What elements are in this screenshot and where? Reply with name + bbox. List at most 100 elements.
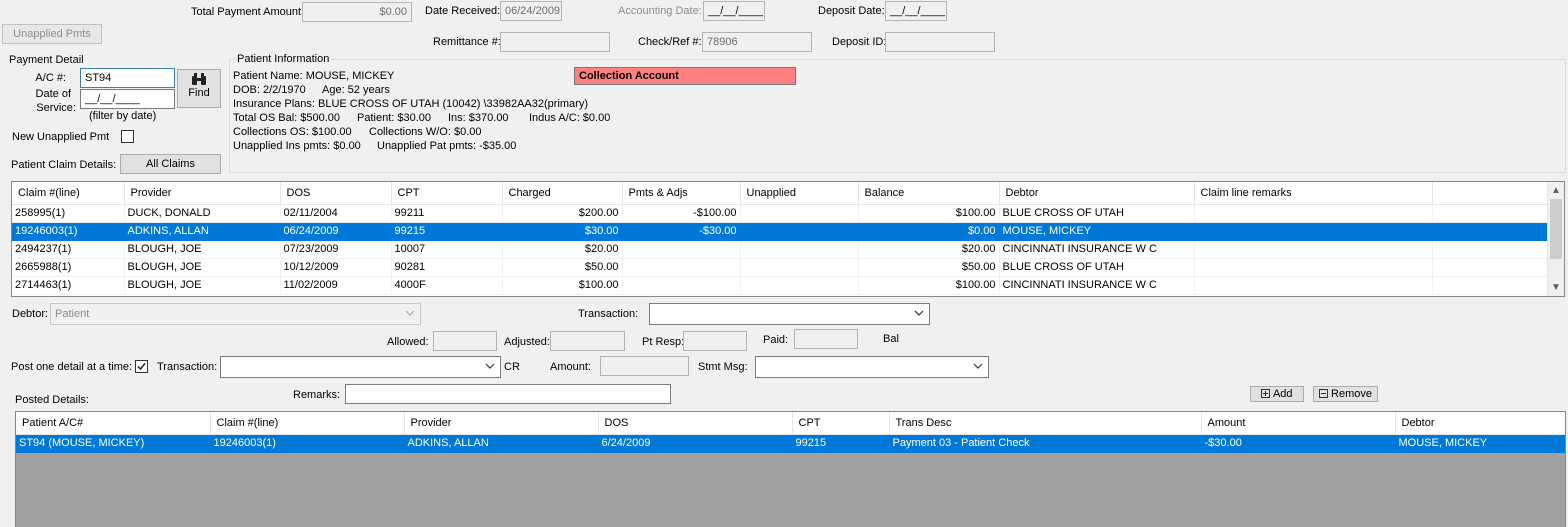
cell-charged: $50.00 xyxy=(502,258,623,277)
column-header-trans-desc[interactable]: Trans Desc xyxy=(889,412,1202,435)
scroll-down-icon[interactable]: ▼ xyxy=(1548,279,1564,296)
cell-provider: BLOUGH, JOE xyxy=(124,276,281,295)
date-received-field[interactable]: 06/24/2009 xyxy=(500,1,562,21)
amount-label: Amount: xyxy=(550,361,591,373)
column-header-amount[interactable]: Amount xyxy=(1201,412,1396,435)
cell-cpt: 99215 xyxy=(792,434,890,453)
claims-grid[interactable]: Claim #(line) Provider DOS CPT Charged Pmts &… xyxy=(11,181,1565,297)
patient-dob: DOB: 2/2/1970 xyxy=(233,84,306,96)
column-header-balance[interactable]: Balance xyxy=(858,182,1000,205)
column-header-claim-line[interactable]: Claim #(line) xyxy=(12,182,125,205)
accounting-date-field[interactable]: __/__/____ xyxy=(703,1,765,21)
dos-label-line1: Date of xyxy=(35,88,71,100)
column-header-provider[interactable]: Provider xyxy=(404,412,599,435)
cell-cpt: 99215 xyxy=(391,222,503,241)
adjusted-field[interactable] xyxy=(550,331,625,351)
column-header-unapplied[interactable]: Unapplied xyxy=(740,182,859,205)
column-header-debtor[interactable]: Debtor xyxy=(999,182,1195,205)
collections-wo: Collections W/O: $0.00 xyxy=(369,126,482,138)
plus-icon xyxy=(1261,389,1271,398)
scroll-up-icon[interactable]: ▲ xyxy=(1548,182,1564,199)
column-header-cpt[interactable]: CPT xyxy=(391,182,503,205)
post-one-checkbox[interactable] xyxy=(135,360,148,373)
all-claims-button[interactable]: All Claims xyxy=(120,154,221,174)
table-row[interactable]: 2714463(1) BLOUGH, JOE 11/02/2009 4000F $100… xyxy=(12,276,1549,295)
column-header-dos[interactable]: DOS xyxy=(598,412,793,435)
cell-provider: ADKINS, ALLAN xyxy=(404,434,599,453)
cell-charged: $30.00 xyxy=(502,222,623,241)
cell-charged: $20.00 xyxy=(502,240,623,259)
column-header-provider[interactable]: Provider xyxy=(124,182,281,205)
cell-balance: $100.00 xyxy=(858,204,1000,223)
cell-provider: BLOUGH, JOE xyxy=(124,258,281,277)
ac-number-input[interactable]: ST94 xyxy=(80,68,175,88)
total-payment-field[interactable]: $0.00 xyxy=(302,2,412,22)
filter-by-date-hint: (filter by date) xyxy=(89,110,157,122)
cell-cpt: 90281 xyxy=(391,258,503,277)
cell-remarks xyxy=(1194,258,1433,277)
deposit-date-field[interactable]: __/__/____ xyxy=(885,1,947,21)
remove-button-label: Remove xyxy=(1331,388,1373,400)
table-row[interactable]: 19246003(1) ADKINS, ALLAN 06/24/2009 99215 $… xyxy=(12,222,1549,241)
debtor-select[interactable]: Patient xyxy=(50,303,421,325)
column-header-pmts-adjs[interactable]: Pmts & Adjs xyxy=(622,182,741,205)
check-ref-label: Check/Ref #: xyxy=(638,36,702,48)
table-row[interactable]: 2665988(1) BLOUGH, JOE 10/12/2009 90281 $50.… xyxy=(12,258,1549,277)
amount-field[interactable] xyxy=(600,356,689,376)
cell-balance: $100.00 xyxy=(858,276,1000,295)
table-row[interactable]: 2494237(1) BLOUGH, JOE 07/23/2009 10007 $20.… xyxy=(12,240,1549,259)
deposit-date-label: Deposit Date: xyxy=(818,5,885,17)
cell-balance: $20.00 xyxy=(858,240,1000,259)
cell-provider: DUCK, DONALD xyxy=(124,204,281,223)
minus-icon xyxy=(1318,389,1328,398)
remittance-field[interactable] xyxy=(500,32,610,52)
column-header-remarks[interactable]: Claim line remarks xyxy=(1194,182,1433,205)
column-header-dos[interactable]: DOS xyxy=(280,182,392,205)
column-header-debtor[interactable]: Debtor xyxy=(1395,412,1565,435)
allowed-field[interactable] xyxy=(433,331,497,351)
remarks-input[interactable] xyxy=(345,384,671,404)
cell-remarks xyxy=(1194,276,1433,295)
check-ref-field[interactable]: 78906 xyxy=(702,32,812,52)
transaction2-label: Transaction: xyxy=(157,361,218,373)
add-button[interactable]: Add xyxy=(1250,386,1304,402)
pt-resp-field[interactable] xyxy=(683,331,747,351)
find-button[interactable]: Find xyxy=(177,69,221,108)
stmt-msg-select[interactable] xyxy=(755,356,989,378)
scroll-thumb[interactable] xyxy=(1550,199,1562,259)
unapplied-pmts-button[interactable]: Unapplied Pmts xyxy=(2,24,102,44)
stmt-msg-label: Stmt Msg: xyxy=(698,361,748,373)
new-unapplied-checkbox[interactable] xyxy=(121,130,134,143)
collections-os: Collections OS: $100.00 xyxy=(233,126,352,138)
column-header-cpt[interactable]: CPT xyxy=(792,412,890,435)
unapplied-pat-pmts: Unapplied Pat pmts: -$35.00 xyxy=(377,140,517,152)
date-of-service-input[interactable]: __/__/____ xyxy=(80,89,175,109)
debtor-select-value: Patient xyxy=(55,308,90,320)
payment-detail-title: Payment Detail xyxy=(9,54,84,66)
column-header-extra[interactable] xyxy=(1432,182,1549,205)
table-row[interactable]: ST94 (MOUSE, MICKEY) 19246003(1) ADKINS, A… xyxy=(16,434,1565,453)
claims-scrollbar[interactable]: ▲ ▼ xyxy=(1547,182,1564,296)
transaction-select[interactable] xyxy=(649,303,930,325)
transaction2-select[interactable] xyxy=(220,356,501,378)
column-header-charged[interactable]: Charged xyxy=(502,182,623,205)
posted-details-label: Posted Details: xyxy=(15,394,89,406)
paid-field[interactable] xyxy=(794,329,858,349)
find-button-label: Find xyxy=(188,87,210,99)
remove-button[interactable]: Remove xyxy=(1313,386,1378,402)
posted-details-grid[interactable]: Patient A/C# Claim #(line) Provider DOS CPT T… xyxy=(15,411,1566,527)
cell-dos: 6/24/2009 xyxy=(598,434,793,453)
cell-unapplied xyxy=(740,204,859,223)
table-row[interactable]: 258995(1) DUCK, DONALD 02/11/2004 99211 $200… xyxy=(12,204,1549,223)
cell-charged: $200.00 xyxy=(502,204,623,223)
cell-pmts-adjs: -$30.00 xyxy=(622,222,741,241)
cell-cpt: 4000F xyxy=(391,276,503,295)
insurance-plans: Insurance Plans: BLUE CROSS OF UTAH (100… xyxy=(233,98,588,110)
cell-claim-line: 2665988(1) xyxy=(12,258,125,277)
deposit-id-field[interactable] xyxy=(885,32,995,52)
dos-label-line2: Service: xyxy=(36,102,76,114)
cell-extra xyxy=(1432,240,1549,259)
column-header-claim-line[interactable]: Claim #(line) xyxy=(210,412,405,435)
adjusted-label: Adjusted: xyxy=(504,336,550,348)
column-header-patient-ac[interactable]: Patient A/C# xyxy=(16,412,211,435)
